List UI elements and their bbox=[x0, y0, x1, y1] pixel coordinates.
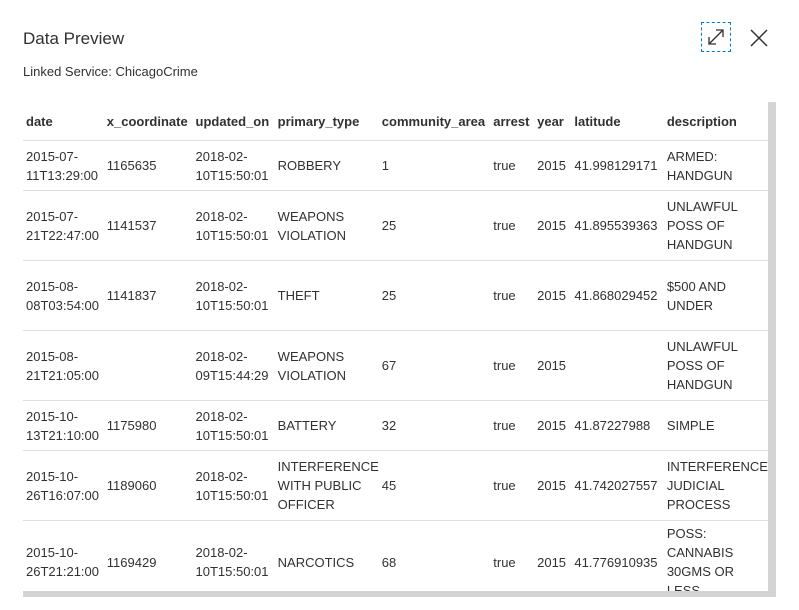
column-header-year[interactable]: year bbox=[534, 102, 572, 141]
table-row: 2015-10-13T21:10:00 1175980 2018-02-10T1… bbox=[23, 400, 768, 451]
cell-primary-type: WEAPONS VIOLATION bbox=[274, 190, 379, 261]
cell-x-coordinate: 1141837 bbox=[103, 260, 193, 331]
preview-table-container[interactable]: date x_coordinate updated_on primary_typ… bbox=[23, 102, 768, 592]
cell-date: 2015-10-26T21:21:00 bbox=[23, 520, 104, 592]
cell-description: ARMED: HANDGUN bbox=[663, 140, 768, 191]
cell-date: 2015-10-26T16:07:00 bbox=[23, 450, 104, 521]
cell-updated-on: 2018-02-10T15:50:01 bbox=[192, 260, 275, 331]
table-row: 2015-10-26T16:07:00 1189060 2018-02-10T1… bbox=[23, 450, 768, 521]
table-header-row: date x_coordinate updated_on primary_typ… bbox=[23, 102, 768, 141]
cell-year: 2015 bbox=[534, 450, 572, 521]
cell-arrest: true bbox=[490, 400, 535, 451]
cell-community-area: 1 bbox=[378, 140, 491, 191]
cell-description: POSS: CANNABIS 30GMS OR LESS bbox=[663, 520, 768, 592]
cell-x-coordinate bbox=[103, 330, 193, 401]
cell-latitude: 41.776910935 bbox=[571, 520, 664, 592]
column-header-arrest[interactable]: arrest bbox=[490, 102, 535, 141]
cell-latitude: 41.87227988 bbox=[571, 400, 664, 451]
cell-description: UNLAWFUL POSS OF HANDGUN bbox=[663, 330, 768, 401]
cell-x-coordinate: 1141537 bbox=[103, 190, 193, 261]
cell-arrest: true bbox=[490, 450, 535, 521]
close-button[interactable] bbox=[746, 24, 772, 52]
column-header-description[interactable]: description bbox=[663, 102, 768, 141]
dialog-title: Data Preview bbox=[23, 29, 125, 48]
close-icon bbox=[750, 29, 768, 47]
cell-community-area: 45 bbox=[378, 450, 491, 521]
column-header-latitude[interactable]: latitude bbox=[571, 102, 664, 141]
cell-year: 2015 bbox=[534, 190, 572, 261]
cell-date: 2015-10-13T21:10:00 bbox=[23, 400, 104, 451]
cell-latitude: 41.895539363 bbox=[571, 190, 664, 261]
data-preview-dialog: Data Preview Linked Service: ChicagoCrim… bbox=[0, 0, 799, 610]
expand-diagonal-icon bbox=[708, 29, 724, 45]
cell-primary-type: BATTERY bbox=[274, 400, 379, 451]
cell-x-coordinate: 1175980 bbox=[103, 400, 193, 451]
cell-community-area: 25 bbox=[378, 190, 491, 261]
vertical-scrollbar[interactable] bbox=[768, 102, 776, 597]
cell-description: UNLAWFUL POSS OF HANDGUN bbox=[663, 190, 768, 261]
table-row: 2015-07-21T22:47:00 1141537 2018-02-10T1… bbox=[23, 190, 768, 261]
table-row: 2015-10-26T21:21:00 1169429 2018-02-10T1… bbox=[23, 520, 768, 592]
cell-primary-type: THEFT bbox=[274, 260, 379, 331]
cell-date: 2015-08-21T21:05:00 bbox=[23, 330, 104, 401]
preview-table: date x_coordinate updated_on primary_typ… bbox=[23, 102, 768, 592]
cell-date: 2015-07-11T13:29:00 bbox=[23, 140, 104, 191]
table-row: 2015-08-21T21:05:00 2018-02-09T15:44:29 … bbox=[23, 330, 768, 401]
table-row: 2015-08-08T03:54:00 1141837 2018-02-10T1… bbox=[23, 260, 768, 331]
cell-year: 2015 bbox=[534, 400, 572, 451]
cell-community-area: 25 bbox=[378, 260, 491, 331]
cell-updated-on: 2018-02-10T15:50:01 bbox=[192, 190, 275, 261]
cell-x-coordinate: 1165635 bbox=[103, 140, 193, 191]
cell-primary-type: INTERFERENCE WITH PUBLIC OFFICER bbox=[274, 450, 379, 521]
column-header-date[interactable]: date bbox=[23, 102, 104, 141]
cell-community-area: 68 bbox=[378, 520, 491, 592]
cell-arrest: true bbox=[490, 260, 535, 331]
cell-date: 2015-07-21T22:47:00 bbox=[23, 190, 104, 261]
cell-latitude: 41.998129171 bbox=[571, 140, 664, 191]
cell-primary-type: ROBBERY bbox=[274, 140, 379, 191]
cell-description: $500 AND UNDER bbox=[663, 260, 768, 331]
cell-x-coordinate: 1169429 bbox=[103, 520, 193, 592]
cell-arrest: true bbox=[490, 140, 535, 191]
cell-latitude bbox=[571, 330, 664, 401]
cell-updated-on: 2018-02-10T15:50:01 bbox=[192, 140, 275, 191]
cell-arrest: true bbox=[490, 190, 535, 261]
cell-x-coordinate: 1189060 bbox=[103, 450, 193, 521]
column-header-x-coordinate[interactable]: x_coordinate bbox=[103, 102, 193, 141]
cell-description: INTERFERENCE JUDICIAL PROCESS bbox=[663, 450, 768, 521]
cell-updated-on: 2018-02-10T15:50:01 bbox=[192, 520, 275, 592]
cell-primary-type: NARCOTICS bbox=[274, 520, 379, 592]
cell-year: 2015 bbox=[534, 520, 572, 592]
cell-latitude: 41.868029452 bbox=[571, 260, 664, 331]
cell-year: 2015 bbox=[534, 330, 572, 401]
cell-updated-on: 2018-02-09T15:44:29 bbox=[192, 330, 275, 401]
cell-description: SIMPLE bbox=[663, 400, 768, 451]
cell-community-area: 32 bbox=[378, 400, 491, 451]
cell-year: 2015 bbox=[534, 260, 572, 331]
horizontal-scrollbar[interactable] bbox=[23, 591, 768, 597]
linked-service-label: Linked Service: ChicagoCrime bbox=[23, 64, 198, 79]
column-header-updated-on[interactable]: updated_on bbox=[192, 102, 275, 141]
cell-latitude: 41.742027557 bbox=[571, 450, 664, 521]
cell-arrest: true bbox=[490, 520, 535, 592]
column-header-community-area[interactable]: community_area bbox=[378, 102, 491, 141]
cell-updated-on: 2018-02-10T15:50:01 bbox=[192, 400, 275, 451]
cell-community-area: 67 bbox=[378, 330, 491, 401]
cell-year: 2015 bbox=[534, 140, 572, 191]
expand-button[interactable] bbox=[701, 22, 731, 52]
cell-date: 2015-08-08T03:54:00 bbox=[23, 260, 104, 331]
cell-primary-type: WEAPONS VIOLATION bbox=[274, 330, 379, 401]
table-row: 2015-07-11T13:29:00 1165635 2018-02-10T1… bbox=[23, 140, 768, 191]
cell-arrest: true bbox=[490, 330, 535, 401]
cell-updated-on: 2018-02-10T15:50:01 bbox=[192, 450, 275, 521]
column-header-primary-type[interactable]: primary_type bbox=[274, 102, 379, 141]
